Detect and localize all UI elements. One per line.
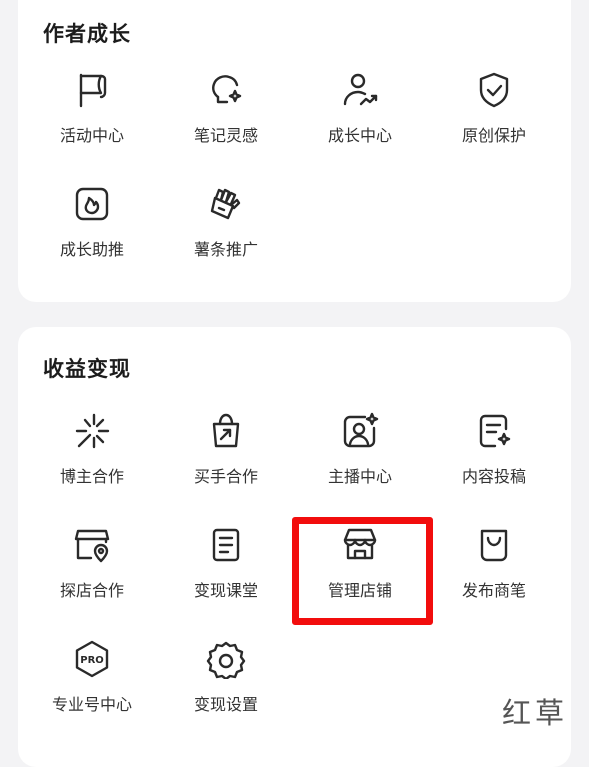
item-label: 博主合作 [59,467,124,486]
fries-promotion-button[interactable]: 薯条推广 [159,184,293,274]
author-growth-card: 作者成长 活动中心 笔记灵感 成长中心 原创保护 成长助推 薯条推广 [18,0,571,302]
item-label: 发布商笔 [461,581,526,600]
user-growth-icon [340,70,380,110]
svg-text:PRO: PRO [80,655,104,666]
item-label: 买手合作 [193,467,258,486]
item-label: 变现设置 [193,695,258,714]
blogger-collab-button[interactable]: 博主合作 [25,411,159,501]
section-title: 作者成长 [43,22,131,46]
item-label: 探店合作 [59,581,124,600]
section-title: 收益变现 [43,357,131,381]
flame-icon [72,184,112,224]
shield-check-icon [474,70,514,110]
item-label: 原创保护 [461,126,526,145]
item-label: 专业号中心 [51,695,132,714]
item-label: 笔记灵感 [193,126,258,145]
growth-center-button[interactable]: 成长中心 [293,70,427,160]
monetization-settings-button[interactable]: 变现设置 [159,639,293,729]
item-label: 成长助推 [59,240,124,259]
item-label: 内容投稿 [461,467,526,486]
flag-icon [72,70,112,110]
gear-icon [206,639,246,679]
publish-product-note-button[interactable]: 发布商笔 [427,525,561,615]
store-visit-collab-button[interactable]: 探店合作 [25,525,159,615]
shopping-bag-arrow-icon [206,411,246,451]
item-label: 薯条推广 [193,240,258,259]
pro-badge-icon: PRO [72,639,112,679]
notebook-icon [206,525,246,565]
item-label: 活动中心 [59,126,124,145]
item-label: 主播中心 [327,467,392,486]
buyer-collab-button[interactable]: 买手合作 [159,411,293,501]
original-protection-button[interactable]: 原创保护 [427,70,561,160]
growth-boost-button[interactable]: 成长助推 [25,184,159,274]
content-submission-button[interactable]: 内容投稿 [427,411,561,501]
tote-bag-icon [474,525,514,565]
item-label: 变现课堂 [193,581,258,600]
streamer-center-button[interactable]: 主播中心 [293,411,427,501]
lightbulb-icon [206,70,246,110]
monetization-class-button[interactable]: 变现课堂 [159,525,293,615]
pro-account-center-button[interactable]: PRO 专业号中心 [25,639,159,729]
item-label: 成长中心 [327,126,392,145]
watermark: 红草 [502,696,569,730]
store-location-icon [72,525,112,565]
portrait-star-icon [340,411,380,451]
activity-center-button[interactable]: 活动中心 [25,70,159,160]
sparkle-burst-icon [72,411,112,451]
highlight-box [292,517,433,625]
document-sparkle-icon [474,411,514,451]
note-inspiration-button[interactable]: 笔记灵感 [159,70,293,160]
fries-icon [206,184,246,224]
